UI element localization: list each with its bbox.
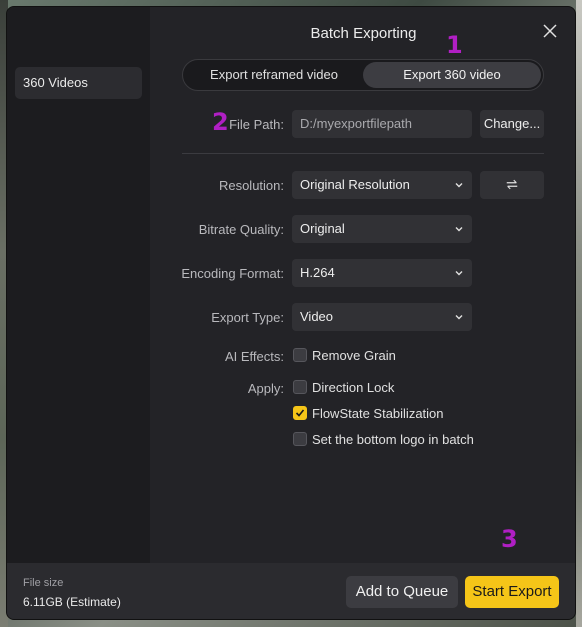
flowstate-stabilization-label: FlowState Stabilization	[312, 406, 444, 421]
bottom-logo-label: Set the bottom logo in batch	[312, 432, 474, 447]
flowstate-stabilization-checkbox[interactable]	[293, 406, 307, 420]
encoding-label: Encoding Format:	[181, 266, 284, 281]
bitrate-label: Bitrate Quality:	[198, 222, 284, 237]
file-path-label: File Path:	[229, 117, 284, 132]
encoding-select[interactable]: H.264	[292, 259, 472, 287]
encoding-value: H.264	[300, 265, 335, 280]
apply-label: Apply:	[247, 381, 284, 396]
file-path-input[interactable]: D:/myexportfilepath	[292, 110, 472, 138]
annotation-1: 1	[446, 31, 463, 59]
chevron-down-icon	[455, 271, 463, 276]
bitrate-value: Original	[300, 221, 345, 236]
export-type-label: Export Type:	[211, 310, 284, 325]
direction-lock-checkbox[interactable]	[293, 380, 307, 394]
checkmark-icon	[295, 409, 305, 417]
remove-grain-label: Remove Grain	[312, 348, 396, 363]
bitrate-select[interactable]: Original	[292, 215, 472, 243]
bottom-logo-checkbox[interactable]	[293, 432, 307, 446]
resolution-label: Resolution:	[218, 178, 284, 193]
resolution-select[interactable]: Original Resolution	[292, 171, 472, 199]
add-to-queue-button[interactable]: Add to Queue	[346, 576, 458, 608]
file-size-value: 6.11GB (Estimate)	[23, 595, 121, 609]
tab-export-reframed[interactable]: Export reframed video	[185, 62, 363, 88]
swap-arrows-icon	[506, 179, 518, 190]
close-button[interactable]	[543, 24, 557, 38]
file-size-label: File size	[23, 577, 64, 589]
tab-export-360[interactable]: Export 360 video	[363, 62, 541, 88]
chevron-down-icon	[455, 315, 463, 320]
dialog-title: Batch Exporting	[310, 25, 417, 42]
annotation-3: 3	[501, 525, 518, 553]
direction-lock-label: Direction Lock	[312, 380, 395, 395]
start-export-button[interactable]: Start Export	[465, 576, 559, 608]
ai-effects-label: AI Effects:	[224, 349, 284, 364]
sidebar-item-360-videos[interactable]: 360 Videos	[15, 67, 142, 99]
export-type-select[interactable]: Video	[292, 303, 472, 331]
chevron-down-icon	[455, 183, 463, 188]
close-icon	[543, 24, 557, 38]
chevron-down-icon	[455, 227, 463, 232]
change-path-button[interactable]: Change...	[480, 110, 544, 138]
divider	[182, 153, 544, 154]
dialog-footer: File size 6.11GB (Estimate) Add to Queue…	[7, 563, 575, 619]
batch-export-dialog: 360 Videos Batch Exporting 1 Export refr…	[6, 6, 576, 620]
export-mode-toggle: Export reframed video Export 360 video	[182, 59, 544, 91]
resolution-value: Original Resolution	[300, 177, 410, 192]
swap-resolution-button[interactable]	[480, 171, 544, 199]
background-right	[576, 0, 582, 627]
remove-grain-checkbox[interactable]	[293, 348, 307, 362]
export-type-value: Video	[300, 309, 334, 324]
sidebar: 360 Videos	[7, 7, 150, 563]
